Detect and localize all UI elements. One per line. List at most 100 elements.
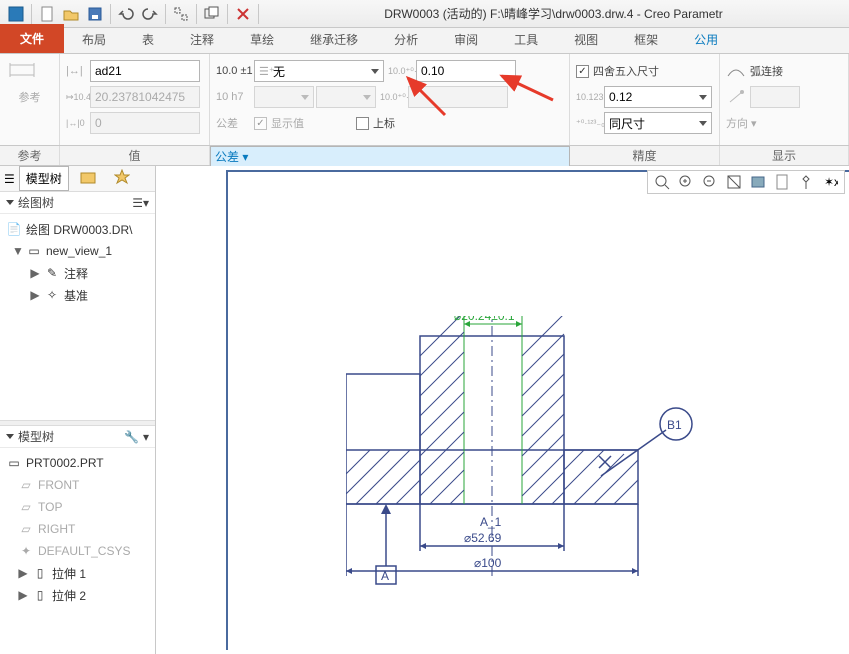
open-icon[interactable]	[60, 3, 82, 25]
svg-text:✶x: ✶x	[824, 175, 838, 189]
dim-diam-top[interactable]: ⌀20.24±0.1	[454, 316, 515, 323]
zoom-out-icon[interactable]	[699, 172, 721, 192]
draw-tree-body: 📄绘图 DRW0003.DR\ ▼▭new_view_1 ▶✎注释 ▶✧基准	[0, 214, 155, 420]
show-value-check	[254, 117, 267, 130]
tab-tools[interactable]: 工具	[496, 26, 556, 53]
datum-a[interactable]: A	[376, 504, 396, 584]
mt-ext2[interactable]: ▶▯拉伸 2	[0, 584, 155, 606]
gl-tol[interactable]: 公差 ▾	[210, 146, 570, 168]
round-check[interactable]	[576, 65, 589, 78]
windows-icon[interactable]	[201, 3, 223, 25]
group-precision: 四舍五入尺寸 10.123⁻ 0.12 ⁺⁰·¹²³₋₀.₁₂₃ 同尺寸	[570, 54, 720, 145]
tab-frame[interactable]: 框架	[616, 26, 676, 53]
tab-annotate[interactable]: 注释	[172, 26, 232, 53]
tree-options-icon[interactable]: ☰▾	[132, 196, 149, 210]
tab-file[interactable]: 文件	[0, 24, 64, 53]
direction-label: 方向 ▾	[726, 115, 757, 131]
tol-iso1	[254, 86, 314, 108]
mt-prt[interactable]: ▭PRT0002.PRT	[0, 452, 155, 474]
model-tree-tab[interactable]: 模型树	[19, 166, 69, 191]
tol-code1: 10.0 ±1	[216, 65, 250, 77]
ref-label: 参考	[19, 89, 41, 105]
view-toolbar: ✶x	[647, 170, 845, 194]
gl-disp: 显示	[720, 146, 849, 165]
gl-ref: 参考	[0, 146, 60, 165]
tab-inherit[interactable]: 继承迁移	[292, 26, 376, 53]
dim-100[interactable]: ⌀100	[474, 556, 502, 570]
model-tree-filter-icon[interactable]: 🔧	[124, 430, 139, 444]
display-style-icon[interactable]	[747, 172, 769, 192]
show-value-label: 显示值	[271, 115, 304, 131]
close-icon[interactable]	[232, 3, 254, 25]
mt-front[interactable]: ▱FRONT	[0, 474, 155, 496]
axis-label[interactable]: A_1	[480, 515, 502, 529]
zoom-in-icon[interactable]	[675, 172, 697, 192]
mt-ext1[interactable]: ▶▯拉伸 1	[0, 562, 155, 584]
tree-ann[interactable]: ▶✎注释	[0, 262, 155, 284]
tol-code2: 10 h7	[216, 91, 250, 103]
tab-layout[interactable]: 布局	[64, 26, 124, 53]
ribbon-group-labels: 参考 值 公差 ▾ 精度 显示	[0, 146, 849, 166]
tol-type-select[interactable]: ☰⁺ 无	[254, 60, 384, 82]
favorites-tab-icon[interactable]	[107, 165, 137, 192]
navigator-panel: ☰ 模型树 绘图树 ☰▾ 📄绘图 DRW0003.DR\ ▼▭new_view_…	[0, 166, 156, 654]
model-tree-body: ▭PRT0002.PRT ▱FRONT ▱TOP ▱RIGHT ✦DEFAULT…	[0, 448, 155, 654]
tol-upper-input[interactable]	[416, 60, 516, 82]
regen-icon[interactable]	[170, 3, 192, 25]
folder-tab-icon[interactable]	[73, 165, 103, 192]
dim-52-69[interactable]: ⌀52.69	[464, 531, 502, 545]
tab-view[interactable]: 视图	[556, 26, 616, 53]
tol-lower-input	[408, 86, 508, 108]
draw-tree-header[interactable]: 绘图树 ☰▾	[0, 192, 155, 214]
redo-icon[interactable]	[139, 3, 161, 25]
tab-analysis[interactable]: 分析	[376, 26, 436, 53]
tol-type-value: 无	[273, 63, 371, 80]
repaint-icon[interactable]	[723, 172, 745, 192]
model-tree-opt-icon[interactable]: ▾	[143, 430, 149, 444]
tab-table[interactable]: 表	[124, 26, 172, 53]
datum-b[interactable]: B1	[601, 408, 692, 476]
dim-zero-input	[90, 112, 200, 134]
quick-access-toolbar: DRW0003 (活动的) F:\晴峰学习\drw0003.drw.4 - Cr…	[0, 0, 849, 28]
ribbon: 参考 |↔| ↦10.4 |↔|0 10.0 ±1 ☰⁺ 无 10.0⁺⁰·¹₋…	[0, 54, 849, 146]
datum-display-icon[interactable]	[795, 172, 817, 192]
tree-view[interactable]: ▼▭new_view_1	[0, 240, 155, 262]
superscript-check[interactable]	[356, 117, 369, 130]
dim-lower-input	[90, 86, 200, 108]
tree-collapse-icon[interactable]: ☰	[4, 172, 15, 186]
group-tolerance: 10.0 ±1 ☰⁺ 无 10.0⁺⁰·¹₋₀.₁ 10 h7 10.0⁺⁰·¹…	[210, 54, 570, 145]
save-icon[interactable]	[84, 3, 106, 25]
refit-icon[interactable]	[651, 172, 673, 192]
undo-icon[interactable]	[115, 3, 137, 25]
mt-csys[interactable]: ✦DEFAULT_CSYS	[0, 540, 155, 562]
precision-value: 0.12	[609, 90, 632, 104]
new-icon[interactable]	[36, 3, 58, 25]
drawing-view[interactable]: ⌀20.24±0.1 53 20.5 ⌀52.69 ⌀100 A_1 A	[346, 316, 716, 636]
tab-sketch[interactable]: 草绘	[232, 26, 292, 53]
mt-top[interactable]: ▱TOP	[0, 496, 155, 518]
tree-datum[interactable]: ▶✧基准	[0, 284, 155, 306]
precision-same-select[interactable]: 同尺寸	[604, 112, 712, 134]
precision-same-value: 同尺寸	[609, 115, 645, 132]
arc-connect-input	[750, 86, 800, 108]
dim-value-input[interactable]	[90, 60, 200, 82]
window-title: DRW0003 (活动的) F:\晴峰学习\drw0003.drw.4 - Cr…	[262, 5, 845, 22]
app-icon[interactable]	[5, 3, 27, 25]
arc-connect-label: 弧连接	[750, 63, 783, 79]
superscript-label: 上标	[373, 115, 395, 131]
precision-select[interactable]: 0.12	[604, 86, 712, 108]
sheet-icon[interactable]	[771, 172, 793, 192]
model-tree-header[interactable]: 模型树 🔧 ▾	[0, 426, 155, 448]
svg-text:B1: B1	[667, 418, 682, 432]
drawing-canvas[interactable]: ✶x	[156, 166, 849, 654]
tab-format[interactable]: 公用	[676, 26, 736, 53]
tree-root[interactable]: 📄绘图 DRW0003.DR\	[0, 218, 155, 240]
group-value: |↔| ↦10.4 |↔|0	[60, 54, 210, 145]
gl-value: 值	[60, 146, 210, 165]
axis-display-icon[interactable]: ✶x	[819, 172, 841, 192]
tab-review[interactable]: 审阅	[436, 26, 496, 53]
navigator-tabs: ☰ 模型树	[0, 166, 155, 192]
ribbon-tabs: 文件 布局 表 注释 草绘 继承迁移 分析 审阅 工具 视图 框架 公用	[0, 28, 849, 54]
mt-right[interactable]: ▱RIGHT	[0, 518, 155, 540]
round-label: 四舍五入尺寸	[593, 63, 659, 79]
